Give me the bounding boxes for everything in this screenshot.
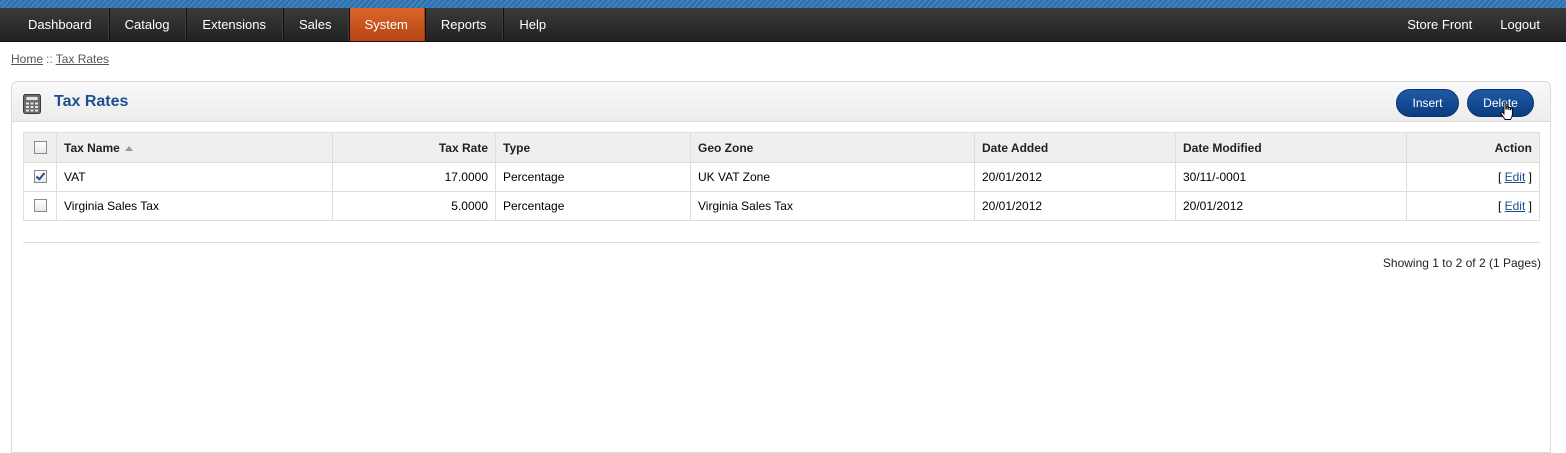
cell-tax-name: VAT [56, 162, 333, 192]
cell-geo-zone: UK VAT Zone [690, 162, 975, 192]
table-row: VAT 17.0000 Percentage UK VAT Zone 20/01… [23, 162, 1540, 192]
breadcrumb: Home:: Tax Rates [11, 52, 109, 66]
select-all-cell [23, 132, 57, 163]
tax-rates-panel: Tax Rates Insert Delete Tax Name Tax Rat… [11, 81, 1551, 453]
column-date-modified[interactable]: Date Modified [1175, 132, 1407, 163]
cell-geo-zone: Virginia Sales Tax [690, 191, 975, 221]
menu-store-front[interactable]: Store Front [1393, 8, 1486, 41]
menu-help[interactable]: Help [503, 8, 562, 41]
cell-tax-rate: 5.0000 [332, 191, 496, 221]
column-tax-name[interactable]: Tax Name [56, 132, 333, 163]
action-bracket-open: [ [1497, 170, 1502, 184]
pagination-results: Showing 1 to 2 of 2 (1 Pages) [1382, 256, 1541, 270]
cell-action: [ Edit ] [1406, 162, 1540, 192]
edit-link[interactable]: Edit [1505, 199, 1526, 213]
cell-type: Percentage [495, 162, 691, 192]
row-select-cell [23, 162, 57, 192]
column-tax-rate[interactable]: Tax Rate [332, 132, 496, 163]
row-checkbox[interactable] [33, 170, 47, 183]
edit-link[interactable]: Edit [1505, 170, 1526, 184]
table-row: Virginia Sales Tax 5.0000 Percentage Vir… [23, 191, 1540, 221]
action-bracket-close: ] [1528, 170, 1532, 184]
cell-tax-rate: 17.0000 [332, 162, 496, 192]
menu-right: Store Front Logout [1393, 8, 1554, 41]
page-title: Tax Rates [54, 93, 129, 110]
column-date-added[interactable]: Date Added [974, 132, 1176, 163]
breadcrumb-home[interactable]: Home [11, 52, 43, 66]
action-bracket-close: ] [1528, 199, 1532, 213]
menu-system[interactable]: System [348, 8, 425, 41]
cell-date-added: 20/01/2012 [974, 162, 1176, 192]
insert-button[interactable]: Insert [1396, 89, 1459, 117]
cell-date-modified: 30/11/-0001 [1175, 162, 1407, 192]
sort-asc-icon [124, 145, 133, 151]
panel-heading: Tax Rates Insert Delete [12, 82, 1550, 122]
menu-extensions[interactable]: Extensions [186, 8, 284, 41]
divider [23, 242, 1540, 243]
menu-catalog[interactable]: Catalog [109, 8, 187, 41]
tax-rates-table: Tax Name Tax Rate Type Geo Zone Date Add… [23, 132, 1540, 221]
top-stripe [0, 0, 1566, 8]
hand-cursor-icon [1500, 101, 1513, 120]
menu-reports[interactable]: Reports [425, 8, 504, 41]
column-tax-name-label: Tax Name [64, 140, 120, 155]
cell-action: [ Edit ] [1406, 191, 1540, 221]
cell-date-modified: 20/01/2012 [1175, 191, 1407, 221]
cell-date-added: 20/01/2012 [974, 191, 1176, 221]
menu-left: Dashboard Catalog Extensions Sales Syste… [12, 8, 562, 41]
row-checkbox[interactable] [33, 199, 47, 212]
table-header-row: Tax Name Tax Rate Type Geo Zone Date Add… [23, 132, 1540, 163]
cell-tax-name: Virginia Sales Tax [56, 191, 333, 221]
breadcrumb-tax-rates[interactable]: Tax Rates [56, 52, 109, 66]
row-select-cell [23, 191, 57, 221]
column-geo-zone[interactable]: Geo Zone [690, 132, 975, 163]
column-type[interactable]: Type [495, 132, 691, 163]
calculator-icon [23, 94, 41, 114]
main-menu: Dashboard Catalog Extensions Sales Syste… [0, 8, 1566, 42]
menu-logout[interactable]: Logout [1486, 8, 1554, 41]
cell-type: Percentage [495, 191, 691, 221]
select-all-checkbox[interactable] [33, 140, 47, 154]
menu-sales[interactable]: Sales [283, 8, 349, 41]
action-bracket-open: [ [1497, 199, 1502, 213]
column-action: Action [1406, 132, 1540, 163]
breadcrumb-separator: :: [46, 52, 53, 66]
menu-dashboard[interactable]: Dashboard [12, 8, 109, 41]
